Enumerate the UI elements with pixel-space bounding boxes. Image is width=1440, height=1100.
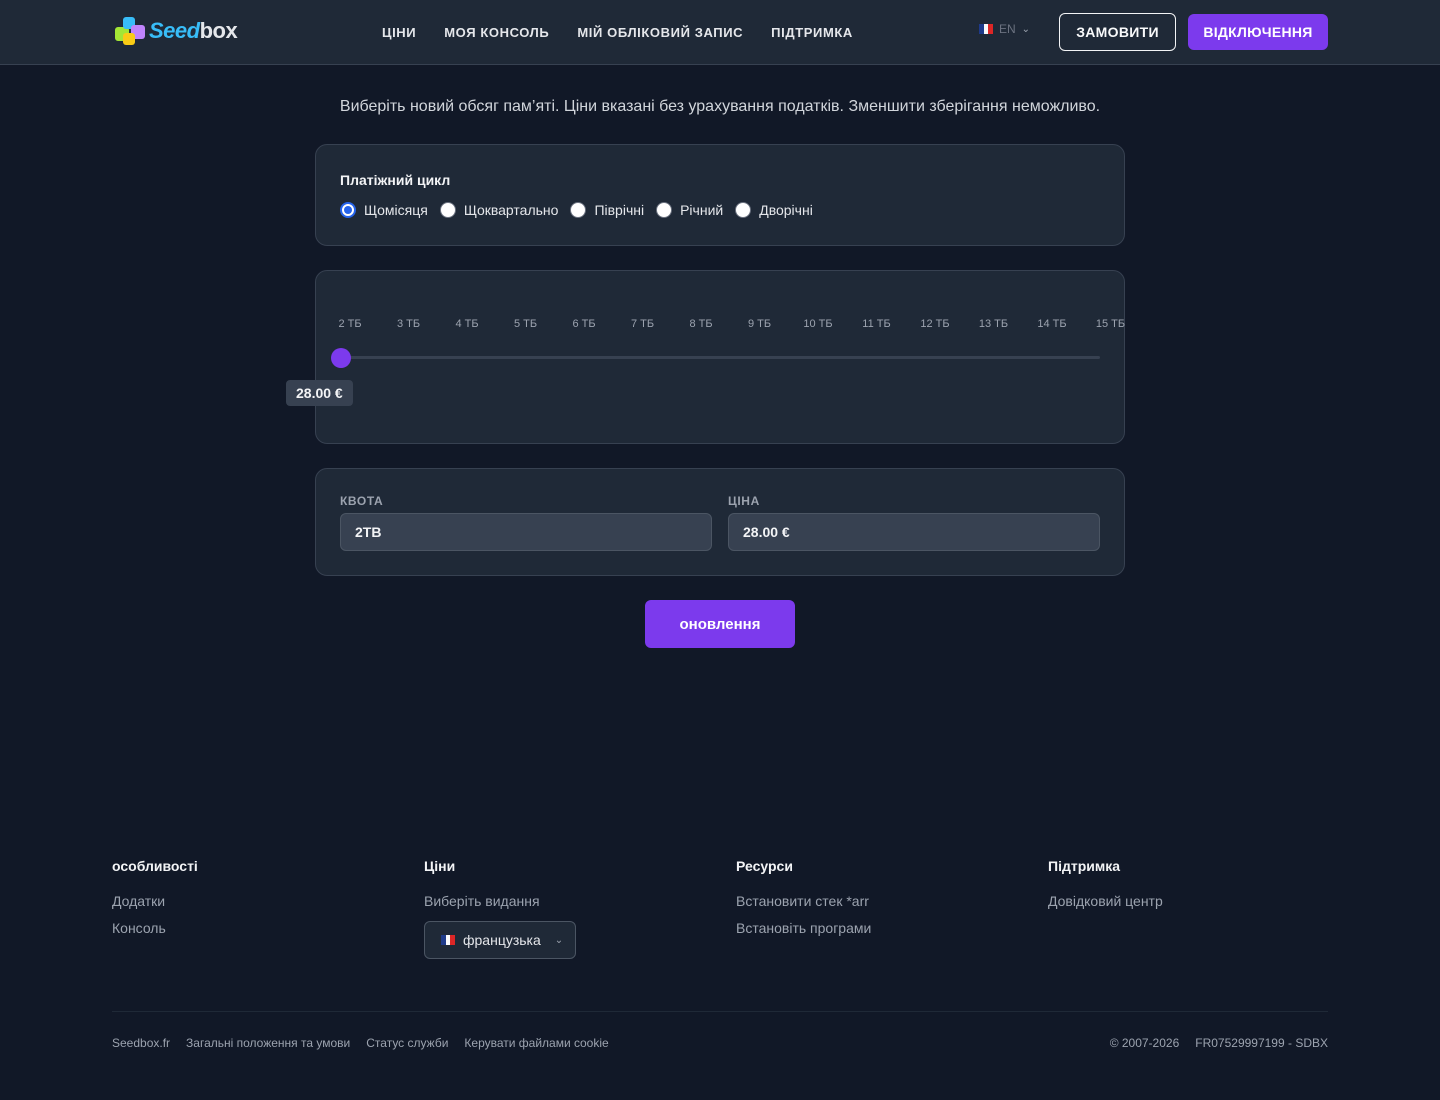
footer-link-status[interactable]: Статус служби bbox=[366, 1036, 448, 1050]
footer-heading: особливості bbox=[112, 858, 198, 874]
footer-link-choose-edition[interactable]: Виберіть видання bbox=[424, 893, 576, 909]
slider-tick-label: 14 ТБ bbox=[1037, 318, 1067, 330]
selected-language: французька bbox=[463, 932, 541, 948]
slider-tick-label: 4 ТБ bbox=[455, 318, 479, 330]
slider-ticks: 2 ТБ 3 ТБ 4 ТБ 5 ТБ 6 ТБ 7 ТБ 8 ТБ 9 ТБ 10 ТБ 11 … bbox=[316, 318, 1126, 334]
radio-button[interactable] bbox=[439, 202, 456, 218]
radio-button[interactable] bbox=[735, 202, 752, 218]
top-header: Seedbox ЦІНИ МОЯ КОНСОЛЬ МІЙ ОБЛІКОВИЙ З… bbox=[0, 0, 1440, 65]
slider-tick-label: 9 ТБ bbox=[747, 318, 772, 330]
price-field[interactable] bbox=[728, 513, 1100, 551]
slider-thumb[interactable] bbox=[331, 348, 351, 368]
footer-link-addons[interactable]: Додатки bbox=[112, 893, 198, 909]
footer-link-terms[interactable]: Загальні положення та умови bbox=[186, 1036, 350, 1050]
radio-button-checked[interactable] bbox=[340, 202, 356, 218]
footer-language-select[interactable]: французька ⌄ bbox=[424, 921, 576, 959]
footer-link-help-center[interactable]: Довідковий центр bbox=[1048, 893, 1163, 909]
radio-quarterly[interactable]: Щоквартально bbox=[439, 202, 559, 218]
radio-label: Дворічні bbox=[759, 202, 813, 218]
logo-text: Seedbox bbox=[149, 18, 238, 43]
language-switcher[interactable]: EN ⌄ bbox=[979, 22, 1030, 36]
chevron-down-icon: ⌄ bbox=[554, 934, 564, 946]
nav-console[interactable]: МОЯ КОНСОЛЬ bbox=[444, 25, 549, 40]
billing-cycle-card: Платіжний цикл Щомісяця Щоквартально Пів… bbox=[315, 144, 1125, 246]
radio-label: Піврічні bbox=[594, 202, 645, 218]
radio-label: Щоквартально bbox=[463, 202, 559, 218]
quota-field[interactable] bbox=[340, 513, 712, 551]
slider-price-tooltip: 28.00 € bbox=[286, 380, 353, 406]
slider-tick-label: 2 ТБ bbox=[338, 318, 362, 330]
footer-column-resources: Ресурси Встановити стек *arr Встановіть … bbox=[736, 858, 871, 947]
summary-card: КВОТА ЦІНА bbox=[315, 468, 1125, 576]
radio-button[interactable] bbox=[656, 202, 673, 218]
radio-label: Річний bbox=[680, 202, 724, 218]
slider-tick-label: 5 ТБ bbox=[513, 318, 538, 330]
billing-cycle-title: Платіжний цикл bbox=[340, 172, 451, 188]
seedbox-logo[interactable]: Seedbox bbox=[113, 14, 248, 48]
french-flag-icon bbox=[441, 935, 456, 945]
slider-tick-label: 7 ТБ bbox=[630, 318, 655, 330]
chevron-down-icon: ⌄ bbox=[1021, 23, 1031, 35]
footer-link-cookies[interactable]: Керувати файлами cookie bbox=[464, 1036, 608, 1050]
update-button[interactable]: оновлення bbox=[645, 600, 795, 648]
radio-monthly[interactable]: Щомісяця bbox=[340, 202, 428, 218]
footer-link-arr-stack[interactable]: Встановити стек *arr bbox=[736, 893, 871, 909]
slider-track[interactable] bbox=[340, 356, 1100, 359]
billing-cycle-options: Щомісяця Щоквартально Піврічні Річний Дв… bbox=[340, 202, 825, 218]
slider-tick-label: 8 ТБ bbox=[689, 318, 713, 330]
nav-support[interactable]: ПІДТРИМКА bbox=[771, 25, 853, 40]
company-id: FR07529997199 - SDBX bbox=[1195, 1036, 1328, 1050]
nav-account[interactable]: МІЙ ОБЛІКОВИЙ ЗАПИС bbox=[577, 25, 743, 40]
slider-tick-label: 11 ТБ bbox=[862, 318, 891, 330]
footer-column-features: особливості Додатки Консоль bbox=[112, 858, 198, 947]
nav-prices[interactable]: ЦІНИ bbox=[382, 25, 416, 40]
slider-tick-label: 6 ТБ bbox=[572, 318, 596, 330]
slider-tick-label: 15 ТБ bbox=[1095, 318, 1126, 330]
radio-yearly[interactable]: Річний bbox=[656, 202, 723, 218]
footer-heading: Ресурси bbox=[736, 858, 793, 874]
slider-tick-label: 3 ТБ bbox=[396, 318, 421, 330]
slider-tick-label: 12 ТБ bbox=[920, 318, 950, 330]
footer-bottom-links: Seedbox.fr Загальні положення та умови С… bbox=[112, 1036, 609, 1050]
footer-heading: Підтримка bbox=[1048, 858, 1121, 874]
french-flag-icon bbox=[979, 24, 994, 34]
copyright-text: © 2007-2026 bbox=[1109, 1036, 1180, 1050]
logout-button[interactable]: ВІДКЛЮЧЕННЯ bbox=[1188, 14, 1328, 50]
price-label: ЦІНА bbox=[728, 494, 760, 508]
language-code: EN bbox=[999, 22, 1016, 36]
footer-column-prices: Ціни Виберіть видання французька ⌄ bbox=[424, 858, 576, 959]
footer-divider bbox=[112, 1011, 1328, 1012]
radio-biennial[interactable]: Дворічні bbox=[735, 202, 813, 218]
radio-label: Щомісяця bbox=[364, 202, 428, 218]
quota-label: КВОТА bbox=[340, 494, 384, 508]
footer-link-console[interactable]: Консоль bbox=[112, 920, 198, 936]
footer-link-install-apps[interactable]: Встановіть програми bbox=[736, 920, 871, 936]
footer-column-support: Підтримка Довідковий центр bbox=[1048, 858, 1163, 920]
footer-heading: Ціни bbox=[424, 858, 456, 874]
storage-slider-card: 2 ТБ 3 ТБ 4 ТБ 5 ТБ 6 ТБ 7 ТБ 8 ТБ 9 ТБ 10 ТБ 11 … bbox=[286, 270, 1126, 444]
order-button[interactable]: ЗАМОВИТИ bbox=[1059, 13, 1176, 51]
slider-tick-label: 10 ТБ bbox=[803, 318, 833, 330]
logo-cubes-icon bbox=[113, 15, 147, 47]
radio-button[interactable] bbox=[570, 202, 587, 218]
main-nav: ЦІНИ МОЯ КОНСОЛЬ МІЙ ОБЛІКОВИЙ ЗАПИС ПІД… bbox=[382, 0, 853, 64]
footer-link-home[interactable]: Seedbox.fr bbox=[112, 1036, 170, 1050]
intro-text: Виберіть новий обсяг пам’яті. Ціни вказа… bbox=[339, 98, 1101, 115]
radio-semiannual[interactable]: Піврічні bbox=[570, 202, 644, 218]
slider-tick-label: 13 ТБ bbox=[978, 318, 1009, 330]
footer-legal: © 2007-2026 FR07529997199 - SDBX bbox=[1110, 1036, 1328, 1050]
